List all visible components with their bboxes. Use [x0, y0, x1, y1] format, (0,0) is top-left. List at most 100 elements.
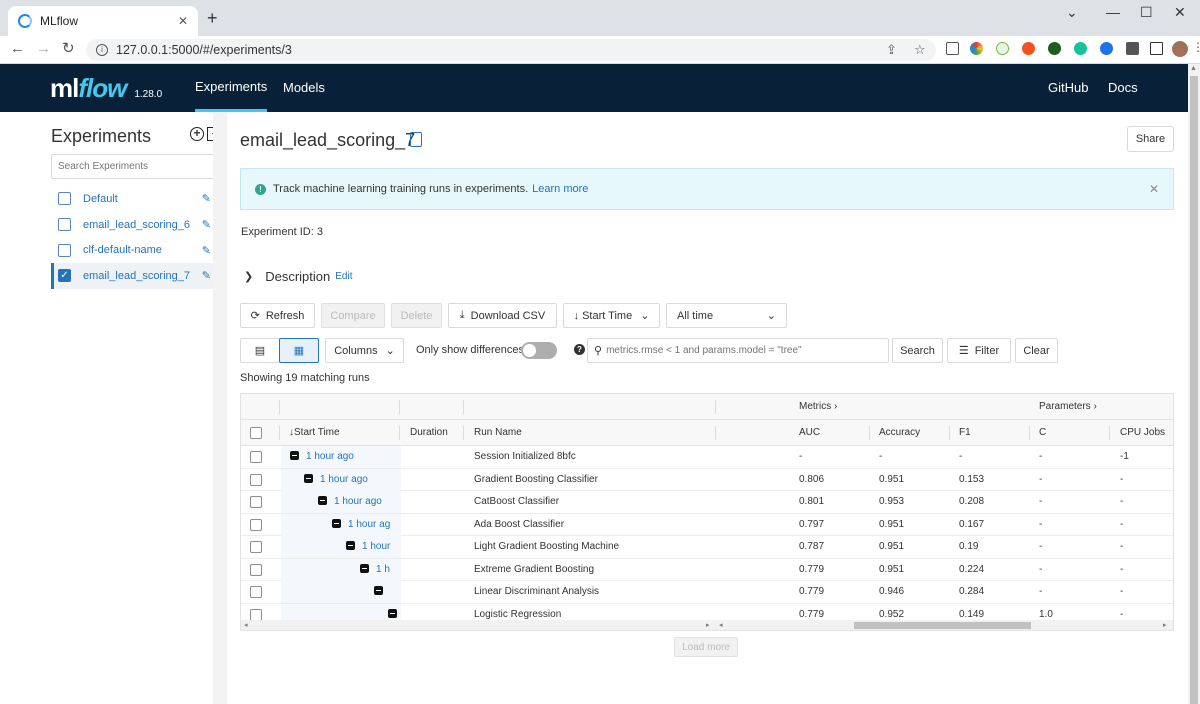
share-button[interactable]: Share [1127, 126, 1174, 152]
extension-grammarly-icon[interactable] [1074, 42, 1087, 55]
start-time-cell-content[interactable] [365, 581, 399, 603]
url-bar[interactable]: i 127.0.0.1:5000/#/experiments/3 ⇪ ☆ [86, 39, 936, 61]
help-question-icon[interactable]: ? [574, 344, 585, 355]
tab-search-icon[interactable]: ⌄ [1066, 4, 1078, 21]
clear-button[interactable]: Clear [1015, 338, 1058, 363]
time-range-select[interactable]: All time ⌄ [666, 303, 787, 328]
edit-pencil-icon[interactable]: ✎ [202, 218, 211, 231]
table-row[interactable]: 1 hour Light Gradient Boosting Machine 0.7… [241, 536, 1173, 559]
scroll-left-icon[interactable]: ◂ [244, 621, 248, 629]
delete-button[interactable]: Delete [391, 303, 442, 328]
table-row[interactable]: 1 h Extreme Gradient Boosting 0.779 0.951 0.… [241, 558, 1173, 581]
collapse-minus-icon[interactable] [332, 518, 341, 528]
row-checkbox[interactable] [250, 518, 262, 531]
row-checkbox[interactable] [250, 541, 262, 553]
compare-button[interactable]: Compare [321, 303, 385, 328]
extension-color-icon[interactable] [970, 42, 983, 55]
experiment-checkbox-checked[interactable]: ✓ [58, 269, 71, 283]
close-tab-icon[interactable]: ✕ [178, 14, 188, 28]
experiment-name[interactable]: email_lead_scoring_6 [83, 219, 202, 231]
start-time-cell-content[interactable]: 1 hour ago [309, 491, 399, 513]
maximize-icon[interactable]: ☐ [1140, 4, 1153, 21]
close-banner-icon[interactable]: ✕ [1149, 182, 1159, 196]
start-time-link[interactable]: 1 h [376, 564, 390, 575]
table-row[interactable]: 1 hour ago CatBoost Classifier 0.801 0.953 0… [241, 491, 1173, 514]
new-tab-icon[interactable]: + [207, 9, 218, 27]
column-cpu-jobs[interactable]: CPU Jobs [1111, 420, 1165, 446]
column-f1[interactable]: F1 [950, 420, 971, 446]
mlflow-logo[interactable]: ml flow 1.28.0 [50, 73, 162, 104]
list-view-button[interactable]: ▤ [240, 338, 280, 363]
site-info-icon[interactable]: i [96, 44, 108, 56]
row-checkbox[interactable] [250, 451, 262, 463]
collapse-minus-icon[interactable] [374, 586, 383, 595]
sidebar-item-email-lead-scoring-7[interactable]: ✓ email_lead_scoring_7 ✎ [51, 263, 213, 289]
column-run-name[interactable]: Run Name [465, 420, 522, 446]
start-time-cell-content[interactable]: 1 hour ago [295, 469, 399, 491]
refresh-button[interactable]: ⟳ Refresh [240, 303, 315, 328]
column-auc[interactable]: AUC [790, 420, 820, 446]
row-checkbox[interactable] [250, 608, 262, 621]
sidebar-resize-divider[interactable] [213, 112, 227, 704]
forward-icon[interactable]: → [36, 40, 51, 58]
scrollbar-thumb[interactable] [1190, 76, 1198, 704]
grid-view-button[interactable]: ▦ [279, 338, 319, 363]
start-time-cell-content[interactable]: 1 hour [337, 536, 399, 558]
experiment-name[interactable]: clf-default-name [83, 244, 202, 256]
collapse-minus-icon[interactable] [318, 496, 327, 505]
browser-menu-icon[interactable]: ⋮ [1192, 40, 1200, 56]
share-page-icon[interactable]: ⇪ [886, 42, 897, 58]
start-time-link[interactable]: 1 hour ago [306, 451, 354, 462]
experiment-checkbox[interactable] [58, 218, 71, 232]
chevron-right-icon[interactable]: ❯ [244, 270, 253, 283]
start-time-link[interactable]: 1 hour ag [348, 519, 390, 530]
scroll-right-icon[interactable]: ▸ [706, 621, 710, 629]
nav-experiments[interactable]: Experiments [195, 64, 268, 112]
add-experiment-icon[interactable]: + [190, 127, 204, 141]
nav-docs[interactable]: Docs [1108, 64, 1138, 112]
edit-pencil-icon[interactable]: ✎ [202, 269, 211, 282]
collapse-minus-icon[interactable] [388, 608, 397, 618]
download-csv-button[interactable]: ⤓ Download CSV [448, 303, 557, 328]
metrics-group-header[interactable]: Metrics › [790, 394, 837, 420]
start-time-link[interactable]: 1 hour [362, 541, 390, 552]
column-duration[interactable]: Duration [401, 420, 448, 446]
collapse-minus-icon[interactable] [346, 541, 355, 550]
experiment-name[interactable]: Default [83, 193, 202, 205]
column-accuracy[interactable]: Accuracy [870, 420, 920, 446]
scroll-left-icon[interactable]: ◂ [719, 621, 723, 629]
description-edit-link[interactable]: Edit [335, 271, 352, 282]
sidebar-item-default[interactable]: Default ✎ [51, 186, 213, 212]
collapse-minus-icon[interactable] [290, 451, 299, 460]
experiment-name[interactable]: email_lead_scoring_7 [83, 270, 202, 282]
columns-button[interactable]: Columns ⌄ [325, 338, 404, 363]
search-button[interactable]: Search [892, 338, 943, 363]
copy-icon[interactable] [410, 132, 422, 147]
table-row[interactable]: 1 hour ago Gradient Boosting Classifier 0.… [241, 468, 1173, 491]
row-checkbox[interactable] [250, 586, 262, 598]
column-start-time[interactable]: ↓Start Time [280, 420, 340, 446]
row-checkbox[interactable] [250, 563, 262, 576]
scrollbar-thumb[interactable] [854, 622, 1031, 629]
window-close-icon[interactable]: ✕ [1174, 4, 1186, 21]
search-experiments-input[interactable] [51, 154, 227, 179]
extension-dev-icon[interactable] [946, 42, 959, 55]
run-search-box[interactable]: ⚲ [587, 338, 889, 363]
sidebar-item-email-lead-scoring-6[interactable]: email_lead_scoring_6 ✎ [51, 212, 213, 238]
run-search-input[interactable] [606, 345, 877, 356]
start-time-cell-content[interactable]: 1 h [351, 559, 399, 581]
page-vertical-scrollbar[interactable]: ▲ [1188, 64, 1200, 704]
experiment-checkbox[interactable] [58, 243, 71, 257]
minimize-icon[interactable]: — [1106, 4, 1120, 20]
parameters-group-header[interactable]: Parameters › [1030, 394, 1097, 420]
row-checkbox[interactable] [250, 496, 262, 508]
scroll-up-icon[interactable]: ▲ [1190, 65, 1197, 72]
select-all-checkbox[interactable] [250, 427, 262, 439]
start-time-cell-content[interactable]: 1 hour ago [281, 446, 399, 468]
bookmark-star-icon[interactable]: ☆ [914, 42, 926, 58]
extension-blue-icon[interactable] [1100, 42, 1113, 55]
table-row[interactable]: 1 hour ago Session Initialized 8bfc - - - - -1 [241, 446, 1173, 469]
scroll-right-icon[interactable]: ▸ [1163, 621, 1167, 629]
sidebar-item-clf-default-name[interactable]: clf-default-name ✎ [51, 237, 213, 263]
profile-avatar[interactable] [1172, 41, 1188, 57]
